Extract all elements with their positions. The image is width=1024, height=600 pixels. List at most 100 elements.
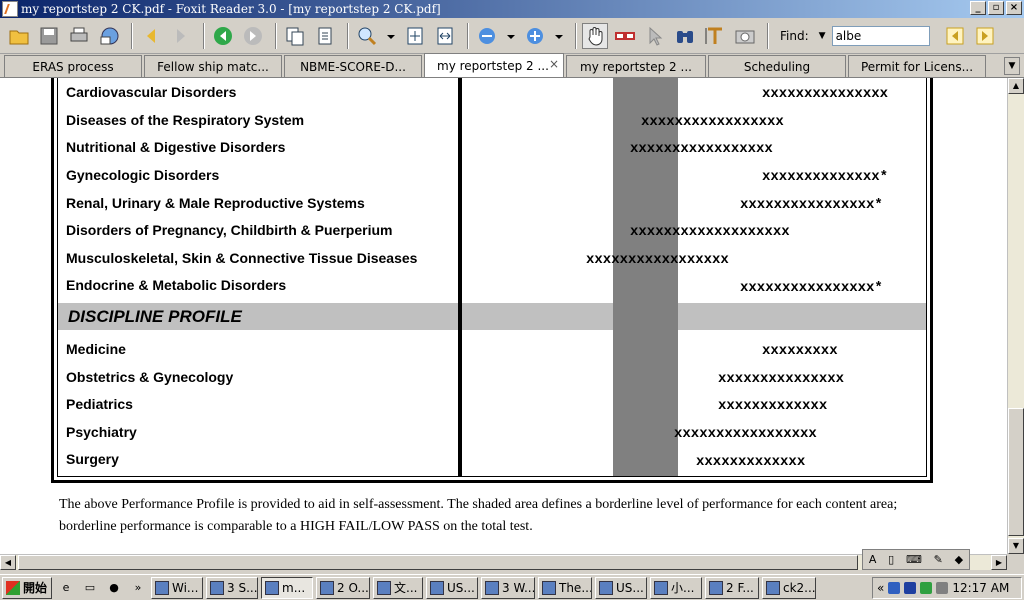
taskbar-item[interactable]: 3 W...: [481, 576, 535, 599]
content-row-label: Gynecologic Disorders: [66, 167, 220, 183]
volume-icon[interactable]: [936, 582, 949, 594]
discipline-row-bar: xxxxxxxxxxxxx: [718, 398, 828, 414]
taskbar-item-active[interactable]: m...: [261, 576, 313, 599]
content-row-label: Cardiovascular Disorders: [66, 84, 237, 100]
content-row-label: Diseases of the Respiratory System: [66, 112, 305, 128]
find-next-icon[interactable]: [972, 23, 998, 49]
tab-fellowship[interactable]: Fellow ship matc...: [144, 55, 282, 77]
taskbar-item-label: ck2...: [783, 580, 816, 595]
taskbar-item[interactable]: The...: [538, 576, 592, 599]
scroll-left-arrow[interactable]: ◀: [0, 555, 16, 570]
taskbar-item[interactable]: 3 S...: [206, 576, 258, 599]
text-select-icon[interactable]: [702, 23, 728, 49]
find-input[interactable]: [831, 25, 930, 46]
taskbar-item[interactable]: 文...: [373, 576, 423, 599]
media-quicklaunch-icon[interactable]: ●: [104, 578, 124, 598]
toolbar-separator: [575, 22, 577, 49]
save-icon[interactable]: [36, 23, 62, 49]
binoculars-icon[interactable]: [672, 23, 698, 49]
pen-icon[interactable]: ✎: [934, 553, 943, 566]
ie-quicklaunch-icon[interactable]: e: [56, 578, 76, 598]
desktop-quicklaunch-icon[interactable]: ▭: [80, 578, 100, 598]
go-back-icon[interactable]: [210, 23, 236, 49]
tab-label: Fellow ship matc...: [157, 59, 269, 74]
fit-page-icon[interactable]: [402, 23, 428, 49]
tab-label: ERAS process: [32, 59, 114, 74]
taskbar-item[interactable]: 2 F...: [705, 576, 759, 599]
scroll-down-arrow[interactable]: ▼: [1008, 538, 1024, 554]
copy-page-icon[interactable]: [282, 23, 308, 49]
tab-label: NBME-SCORE-D...: [300, 59, 406, 74]
toolbar-separator: [467, 22, 469, 49]
discipline-row-bar: xxxxxxxxxxxxx: [696, 454, 806, 470]
zoom-plus-icon[interactable]: [522, 23, 548, 49]
snapshot-icon[interactable]: [732, 23, 758, 49]
find-prev-icon[interactable]: [942, 23, 968, 49]
scroll-right-arrow[interactable]: ▶: [991, 555, 1007, 570]
zoom-in-icon[interactable]: [354, 23, 380, 49]
fit-width-icon[interactable]: [432, 23, 458, 49]
system-tray: « 12:17 AM: [872, 577, 1022, 599]
forward-arrow-icon[interactable]: [168, 23, 194, 49]
tab-eras-process[interactable]: ERAS process: [4, 55, 142, 77]
vertical-scroll-thumb[interactable]: [1008, 408, 1024, 536]
vertical-scrollbar[interactable]: ▲ ▼: [1007, 78, 1024, 554]
find-options-dropdown[interactable]: ▼: [819, 31, 826, 41]
taskbar-item-label: 3 S...: [227, 580, 258, 595]
foxit-app-icon[interactable]: [2, 1, 18, 17]
text-annotation-icon[interactable]: A: [869, 553, 877, 566]
quicklaunch-more[interactable]: »: [128, 578, 148, 598]
email-icon[interactable]: [96, 23, 122, 49]
start-button[interactable]: 開始: [2, 576, 52, 599]
taskbar-item[interactable]: US...: [426, 576, 478, 599]
open-folder-icon[interactable]: [6, 23, 32, 49]
maximize-button[interactable]: ▫: [988, 1, 1004, 15]
taskbar-item[interactable]: US...: [595, 576, 647, 599]
taskbar-item-label: 2 O...: [337, 580, 369, 595]
content-row-bar: xxxxxxxxxxxxxxxxx: [630, 141, 773, 157]
tab-close-icon[interactable]: ×: [549, 57, 559, 71]
horizontal-scrollbar[interactable]: ◀ ▶: [0, 554, 1007, 570]
keyboard-icon[interactable]: ⌨: [906, 553, 922, 566]
zoom-plus-dropdown-icon[interactable]: [552, 23, 566, 49]
document-viewport[interactable]: Cardiovascular Disorders xxxxxxxxxxxxxxx…: [0, 78, 1007, 554]
print-icon[interactable]: [66, 23, 92, 49]
ime-icon[interactable]: [904, 582, 917, 594]
zoom-out-dropdown-icon[interactable]: [504, 23, 518, 49]
discipline-row-label: Pediatrics: [66, 396, 133, 412]
taskbar-item[interactable]: Wi...: [151, 576, 203, 599]
select-icon[interactable]: [642, 23, 668, 49]
zoom-out-icon[interactable]: [474, 23, 500, 49]
taskbar-item[interactable]: 2 O...: [316, 576, 370, 599]
discipline-row-label: Psychiatry: [66, 424, 137, 440]
zoom-dropdown-icon[interactable]: [384, 23, 398, 49]
tab-permit-for-license[interactable]: Permit for Licens...: [848, 55, 986, 77]
content-row-bar: xxxxxxxxxxxxxxxx*: [740, 197, 883, 213]
network-icon[interactable]: [888, 582, 901, 594]
eraser-icon[interactable]: ◆: [955, 553, 963, 566]
security-icon[interactable]: [920, 582, 933, 594]
minimize-button[interactable]: _: [970, 1, 986, 15]
scroll-up-arrow[interactable]: ▲: [1008, 78, 1024, 94]
tab-my-reportstep-active[interactable]: my reportstep 2 ... ×: [424, 53, 564, 77]
horizontal-scroll-thumb[interactable]: [18, 555, 858, 570]
clock[interactable]: 12:17 AM: [952, 581, 1009, 595]
back-arrow-icon[interactable]: [138, 23, 164, 49]
tab-scheduling[interactable]: Scheduling: [708, 55, 846, 77]
taskbar-item[interactable]: ck2...: [762, 576, 816, 599]
paste-page-icon[interactable]: [312, 23, 338, 49]
tab-my-reportstep-2[interactable]: my reportstep 2 ...: [566, 55, 706, 77]
tab-nbme-score[interactable]: NBME-SCORE-D...: [284, 55, 422, 77]
start-label: 開始: [23, 581, 48, 595]
tray-expand-button[interactable]: «: [877, 581, 884, 595]
column-icon[interactable]: ▯: [888, 553, 894, 566]
scroll-corner: [1007, 554, 1024, 570]
content-row-bar: xxxxxxxxxxxxxxxxxxx: [630, 224, 790, 240]
taskbar-item[interactable]: 小...: [650, 576, 702, 599]
tabs-more-dropdown[interactable]: ▼: [1004, 57, 1020, 75]
go-forward-icon[interactable]: [240, 23, 266, 49]
hand-tool-icon[interactable]: [582, 22, 608, 49]
window-icon: [542, 580, 556, 595]
reading-glasses-icon[interactable]: [612, 23, 638, 49]
close-window-button[interactable]: ×: [1006, 1, 1022, 15]
